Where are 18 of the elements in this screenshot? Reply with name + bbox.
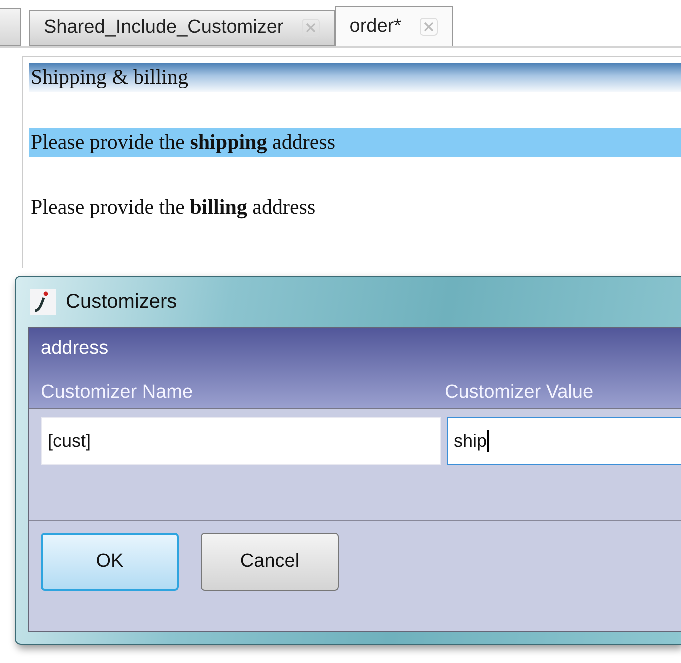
app-logo-icon — [30, 289, 56, 315]
ok-button[interactable]: OK — [41, 533, 179, 591]
tab-label: Shared_Include_Customizer — [44, 17, 284, 39]
close-icon[interactable] — [420, 18, 438, 36]
input-field[interactable]: [cust] — [41, 417, 441, 465]
input-field[interactable]: ship — [447, 417, 681, 465]
column-header: Customizer Name — [41, 382, 194, 404]
heading: Shipping & billing — [29, 63, 681, 92]
section-title: address — [41, 338, 110, 360]
tab[interactable] — [0, 8, 21, 46]
dialog-title: Customizers — [66, 290, 178, 314]
paragraph: Please provide the shipping address — [29, 128, 681, 157]
paragraph: Please provide the billing address — [30, 194, 317, 221]
column-header: Customizer Value — [445, 382, 595, 404]
cancel-button[interactable]: Cancel — [201, 533, 339, 591]
tab-label: order* — [350, 16, 402, 38]
document-tab[interactable]: order* — [334, 6, 452, 46]
document-tab[interactable]: Shared_Include_Customizer — [29, 10, 335, 46]
